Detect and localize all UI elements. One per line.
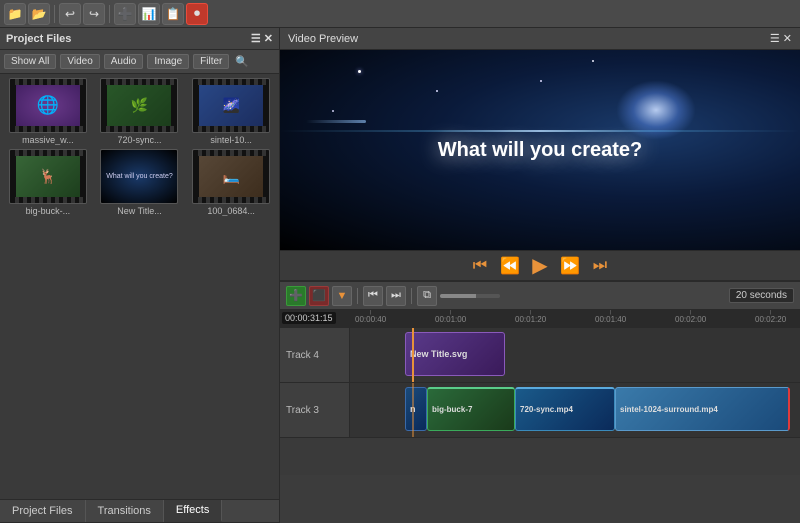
add-button[interactable]: ➕ xyxy=(114,3,136,25)
open-button[interactable]: 📂 xyxy=(28,3,50,25)
seconds-label: 20 seconds xyxy=(729,288,794,303)
skip-end-tl-button[interactable]: ⏭ xyxy=(386,286,406,306)
file-name: 720-sync... xyxy=(117,135,161,145)
playhead-track3 xyxy=(412,383,414,437)
preview-title: Video Preview xyxy=(288,33,358,45)
clip-big-buck[interactable]: big-buck-7 xyxy=(427,387,515,431)
clip-name: 720-sync.mp4 xyxy=(520,405,573,414)
clip-sintel[interactable]: sintel-1024-surround.mp4 xyxy=(615,387,790,431)
skip-end-button[interactable]: ⏭ xyxy=(589,255,611,277)
thumbnail: What will you create? xyxy=(100,149,178,204)
file-name: massive_w... xyxy=(22,135,74,145)
list-item[interactable]: 🦌 big-buck-... xyxy=(4,149,92,216)
export-button[interactable]: 📋 xyxy=(162,3,184,25)
file-name: sintel-10... xyxy=(210,135,252,145)
add-track-button[interactable]: ➕ xyxy=(286,286,306,306)
filter-button[interactable]: Filter xyxy=(193,54,229,69)
redo-button[interactable]: ↪ xyxy=(83,3,105,25)
project-files-title: Project Files xyxy=(6,33,71,45)
clip-name: sintel-1024-surround.mp4 xyxy=(620,405,718,414)
right-panel: Video Preview ☰ ✕ What will you create? … xyxy=(280,28,800,523)
preview-controls: ☰ ✕ xyxy=(770,32,792,45)
filter-row: Show All Video Audio Image Filter 🔍 xyxy=(0,50,279,74)
file-name: 100_0684... xyxy=(207,206,255,216)
video-filter-button[interactable]: Video xyxy=(60,54,99,69)
thumbnail: 🦌 xyxy=(9,149,87,204)
clip-n[interactable]: n xyxy=(405,387,427,431)
list-item[interactable]: 🌌 sintel-10... xyxy=(187,78,275,145)
skip-start-tl-button[interactable]: ⏮ xyxy=(363,286,383,306)
ruler-tick-4: 00:02:00 xyxy=(675,310,706,324)
timecode: 00:00:31:15 xyxy=(282,312,336,324)
project-files-controls: ☰ ✕ xyxy=(251,32,273,45)
list-item[interactable]: 🌿 720-sync... xyxy=(96,78,184,145)
clip-new-title[interactable]: New Title.svg xyxy=(405,332,505,376)
play-button[interactable]: ▶ xyxy=(529,255,551,277)
filter-icon: 🔍 xyxy=(235,55,249,68)
tab-effects[interactable]: Effects xyxy=(164,500,222,522)
separator-1 xyxy=(54,5,55,23)
track-row-3: Track 3 n big-buck-7 xyxy=(280,383,800,438)
thumbnail: 🛏️ xyxy=(192,149,270,204)
timeline-ruler: 00:00:31:15 00:00:40 00:01:00 00:01:20 0… xyxy=(280,310,800,328)
timeline-content: Track 4 New Title.svg Track 3 xyxy=(280,328,800,475)
thumbnail: 🌿 xyxy=(100,78,178,133)
project-files-header: Project Files ☰ ✕ xyxy=(0,28,279,50)
tab-transitions[interactable]: Transitions xyxy=(86,500,164,522)
clip-name: big-buck-7 xyxy=(432,405,472,414)
skip-start-button[interactable]: ⏮ xyxy=(469,255,491,277)
thumbnail: 🌐 xyxy=(9,78,87,133)
tab-project-files[interactable]: Project Files xyxy=(0,500,86,522)
track-row-4: Track 4 New Title.svg xyxy=(280,328,800,383)
separator-2 xyxy=(109,5,110,23)
fast-forward-button[interactable]: ⏩ xyxy=(559,255,581,277)
clip-720-sync[interactable]: 720-sync.mp4 xyxy=(515,387,615,431)
track-4-label: Track 4 xyxy=(280,328,350,382)
tl-separator-1 xyxy=(357,288,358,304)
list-item[interactable]: What will you create? New Title... xyxy=(96,149,184,216)
rewind-button[interactable]: ⏪ xyxy=(499,255,521,277)
track-3-area: n big-buck-7 720-sync.mp4 sintel-1024-su… xyxy=(350,383,800,437)
list-item[interactable]: 🌐 massive_w... xyxy=(4,78,92,145)
undo-button[interactable]: ↩ xyxy=(59,3,81,25)
show-all-button[interactable]: Show All xyxy=(4,54,56,69)
filter-down-button[interactable]: ▼ xyxy=(332,286,352,306)
ruler-tick-2: 00:01:20 xyxy=(515,310,546,324)
zoom-slider[interactable] xyxy=(440,294,500,298)
snap-button[interactable]: ⧉ xyxy=(417,286,437,306)
track-4-area: New Title.svg xyxy=(350,328,800,382)
timeline: ➕ ⬛ ▼ ⏮ ⏭ ⧉ 20 seconds 00:00:31:15 00:00… xyxy=(280,280,800,475)
record-button[interactable]: ⏺ xyxy=(186,3,208,25)
ruler-tick-0: 00:00:40 xyxy=(355,310,386,324)
tabs-row: Project Files Transitions Effects xyxy=(0,499,279,523)
main-area: Project Files ☰ ✕ Show All Video Audio I… xyxy=(0,28,800,523)
ruler-tick-3: 00:01:40 xyxy=(595,310,626,324)
file-name: New Title... xyxy=(117,206,162,216)
list-item[interactable]: 🛏️ 100_0684... xyxy=(187,149,275,216)
ruler-tick-1: 00:01:00 xyxy=(435,310,466,324)
playhead xyxy=(412,328,414,382)
thumbnail: 🌌 xyxy=(192,78,270,133)
clip-name: New Title.svg xyxy=(410,349,467,359)
remove-track-button[interactable]: ⬛ xyxy=(309,286,329,306)
file-grid: 🌐 massive_w... 🌿 720-sync... 🌌 sintel-10… xyxy=(0,74,279,499)
left-panel: Project Files ☰ ✕ Show All Video Audio I… xyxy=(0,28,280,523)
light-beam xyxy=(280,130,800,132)
new-button[interactable]: 📁 xyxy=(4,3,26,25)
titles-button[interactable]: 📊 xyxy=(138,3,160,25)
track-3-label: Track 3 xyxy=(280,383,350,437)
audio-filter-button[interactable]: Audio xyxy=(104,54,144,69)
preview-background: What will you create? xyxy=(280,50,800,250)
video-preview: What will you create? xyxy=(280,50,800,250)
ruler-tick-5: 00:02:20 xyxy=(755,310,786,324)
main-toolbar: 📁 📂 ↩ ↪ ➕ 📊 📋 ⏺ xyxy=(0,0,800,28)
file-name: big-buck-... xyxy=(26,206,71,216)
timeline-toolbar: ➕ ⬛ ▼ ⏮ ⏭ ⧉ 20 seconds xyxy=(280,282,800,310)
preview-header: Video Preview ☰ ✕ xyxy=(280,28,800,50)
preview-text: What will you create? xyxy=(438,139,642,162)
tl-separator-2 xyxy=(411,288,412,304)
playback-controls: ⏮ ⏪ ▶ ⏩ ⏭ xyxy=(280,250,800,280)
image-filter-button[interactable]: Image xyxy=(147,54,189,69)
